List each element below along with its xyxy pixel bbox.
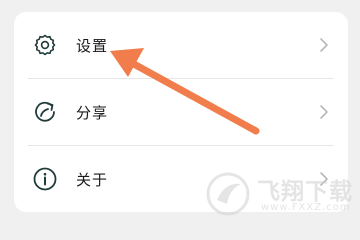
menu-item-settings[interactable]: 设置 xyxy=(14,12,348,78)
chevron-right-icon xyxy=(320,105,328,119)
menu-item-label: 分享 xyxy=(76,103,109,122)
menu-item-label: 关于 xyxy=(76,170,109,189)
gear-icon xyxy=(32,32,58,58)
chevron-right-icon xyxy=(320,38,328,52)
menu-item-label: 设置 xyxy=(76,36,109,55)
menu-item-about[interactable]: 关于 xyxy=(14,146,348,212)
settings-menu-card: 设置 分享 关于 xyxy=(14,12,348,212)
chevron-right-icon xyxy=(320,172,328,186)
menu-item-share[interactable]: 分享 xyxy=(14,79,348,145)
share-icon xyxy=(32,99,58,125)
info-icon xyxy=(32,166,58,192)
